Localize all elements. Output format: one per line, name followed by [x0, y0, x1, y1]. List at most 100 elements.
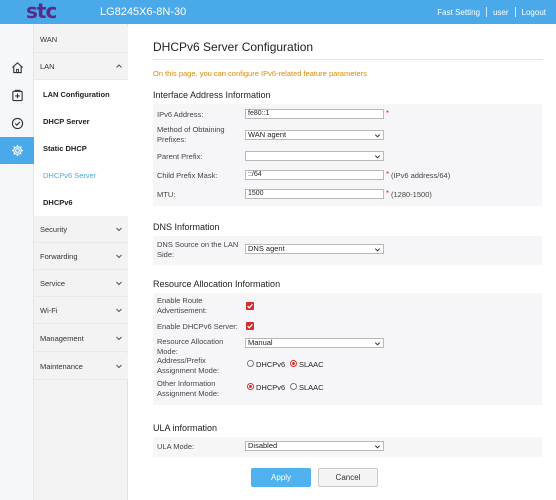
- ula-mode-selected: Disabled: [248, 441, 278, 450]
- dns-source-label-line2: Side:: [157, 250, 175, 259]
- header-divider: [514, 7, 516, 17]
- other-mode-label-line2: Assignment Mode:: [157, 389, 220, 398]
- dns-source-select[interactable]: DNS agent: [245, 244, 384, 254]
- gear-icon[interactable]: [0, 137, 34, 164]
- home-icon[interactable]: [0, 54, 34, 81]
- addr-mode-dhcpv6-label: DHCPv6: [256, 360, 286, 369]
- resource-panel: Enable Route Advertisement: Enable DHCPv…: [153, 293, 542, 405]
- other-mode-dhcpv6-label: DHCPv6: [256, 383, 286, 392]
- menu-security[interactable]: Security: [34, 216, 128, 243]
- settings-menu: WAN LAN LAN Configuration DHCP Server St…: [34, 24, 128, 500]
- top-bar: stc LG8245X6-8N-30 Fast Setting user Log…: [0, 0, 556, 24]
- other-mode-slaac-radio[interactable]: [290, 383, 297, 390]
- dns-source-selected: DNS agent: [248, 244, 285, 253]
- ula-mode-label: ULA Mode:: [157, 442, 195, 451]
- alloc-mode-label-line1: Resource Allocation: [157, 337, 224, 346]
- ula-section-title: ULA information: [153, 423, 218, 433]
- check-icon: [247, 323, 253, 329]
- logout-link[interactable]: Logout: [522, 8, 546, 17]
- menu-service-label: Service: [40, 278, 66, 288]
- page-title: DHCPv6 Server Configuration: [153, 40, 314, 54]
- child-prefix-hint: (IPv6 address/64): [391, 171, 451, 180]
- ula-mode-select[interactable]: Disabled: [245, 441, 384, 451]
- mtu-input[interactable]: 1500: [245, 189, 384, 199]
- page-note: On this page, you can configure IPv6-rel…: [153, 69, 367, 78]
- menu-wan-label: WAN: [40, 34, 58, 44]
- alloc-mode-select[interactable]: Manual: [245, 338, 384, 348]
- mtu-hint: (1280-1500): [391, 190, 432, 199]
- method-label-line1: Method of Obtaining: [157, 125, 225, 134]
- enable-dhcpv6-label: Enable DHCPv6 Server:: [157, 322, 238, 331]
- interface-section-title: Interface Address Information: [153, 90, 271, 100]
- addr-mode-label-line1: Address/Prefix: [157, 356, 206, 365]
- method-label-line2: Prefixes:: [157, 135, 187, 144]
- fast-setting-link[interactable]: Fast Setting: [437, 8, 480, 17]
- required-mark: *: [386, 109, 390, 118]
- chevron-down-icon: [116, 308, 122, 313]
- menu-dhcp-server[interactable]: DHCP Server: [34, 108, 128, 135]
- icon-rail: [0, 24, 34, 500]
- addr-mode-slaac-radio[interactable]: [290, 360, 297, 367]
- menu-item-label: LAN Configuration: [43, 90, 110, 99]
- chevron-down-icon: [374, 445, 381, 449]
- menu-forwarding[interactable]: Forwarding: [34, 243, 128, 270]
- menu-item-label: Static DHCP: [43, 144, 87, 153]
- menu-item-label: DHCPv6: [43, 198, 73, 207]
- parent-prefix-select[interactable]: [245, 151, 384, 161]
- menu-wan[interactable]: WAN: [34, 26, 128, 53]
- menu-dhcpv6-server[interactable]: DHCPv6 Server: [34, 162, 128, 189]
- menu-dhcpv6[interactable]: DHCPv6: [34, 189, 128, 216]
- addr-mode-slaac-label: SLAAC: [299, 360, 324, 369]
- chevron-down-icon: [374, 342, 381, 346]
- addr-mode-dhcpv6-radio[interactable]: [247, 360, 254, 367]
- chevron-down-icon: [116, 336, 122, 341]
- menu-lan-configuration[interactable]: LAN Configuration: [34, 81, 128, 108]
- alloc-mode-label-line2: Mode:: [157, 347, 178, 356]
- header-links: Fast Setting user Logout: [437, 7, 546, 17]
- addr-mode-label-line2: Assignment Mode:: [157, 366, 220, 375]
- menu-forwarding-label: Forwarding: [40, 251, 78, 261]
- menu-item-label: DHCP Server: [43, 117, 90, 126]
- menu-lan-label: LAN: [40, 61, 55, 71]
- menu-static-dhcp[interactable]: Static DHCP: [34, 135, 128, 162]
- alloc-mode-selected: Manual: [248, 338, 273, 347]
- check-circle-icon[interactable]: [0, 110, 34, 137]
- route-adv-checkbox[interactable]: [246, 302, 254, 310]
- route-adv-label-line1: Enable Route: [157, 296, 203, 305]
- route-adv-label-line2: Advertisement:: [157, 306, 208, 315]
- menu-management[interactable]: Management: [34, 325, 128, 352]
- other-mode-slaac-label: SLAAC: [299, 383, 324, 392]
- child-prefix-input[interactable]: ::/64: [245, 170, 384, 180]
- resource-section-title: Resource Allocation Information: [153, 279, 281, 289]
- divider: [153, 59, 543, 60]
- chevron-down-icon: [374, 248, 381, 252]
- method-select[interactable]: WAN agent: [245, 130, 384, 140]
- enable-dhcpv6-checkbox[interactable]: [246, 322, 254, 330]
- apply-button[interactable]: Apply: [251, 468, 311, 487]
- user-link[interactable]: user: [493, 8, 509, 17]
- cancel-button[interactable]: Cancel: [318, 468, 378, 487]
- chevron-down-icon: [374, 134, 381, 138]
- dns-panel: DNS Source on the LAN Side: DNS agent: [153, 236, 542, 265]
- plus-box-icon[interactable]: [0, 82, 34, 109]
- menu-maintenance[interactable]: Maintenance: [34, 353, 128, 380]
- ula-panel: ULA Mode: Disabled: [153, 437, 542, 457]
- chevron-down-icon: [116, 227, 122, 232]
- other-mode-label-line1: Other Information: [157, 379, 216, 388]
- child-prefix-label: Child Prefix Mask:: [157, 171, 218, 180]
- dns-section-title: DNS Information: [153, 222, 220, 232]
- menu-service[interactable]: Service: [34, 270, 128, 297]
- menu-wifi[interactable]: Wi-Fi: [34, 297, 128, 324]
- dns-source-label-line1: DNS Source on the LAN: [157, 240, 239, 249]
- stc-logo: stc: [26, 0, 57, 23]
- device-model: LG8245X6-8N-30: [100, 6, 187, 18]
- other-mode-dhcpv6-radio[interactable]: [247, 383, 254, 390]
- menu-wifi-label: Wi-Fi: [40, 305, 58, 315]
- main-content: DHCPv6 Server Configuration On this page…: [128, 24, 556, 500]
- required-mark: *: [386, 170, 390, 179]
- menu-lan[interactable]: LAN: [34, 53, 128, 80]
- chevron-up-icon: [116, 64, 122, 68]
- parent-prefix-label: Parent Prefix:: [157, 152, 203, 161]
- method-selected: WAN agent: [248, 130, 287, 139]
- ipv6-address-input[interactable]: fe80::1: [245, 109, 384, 119]
